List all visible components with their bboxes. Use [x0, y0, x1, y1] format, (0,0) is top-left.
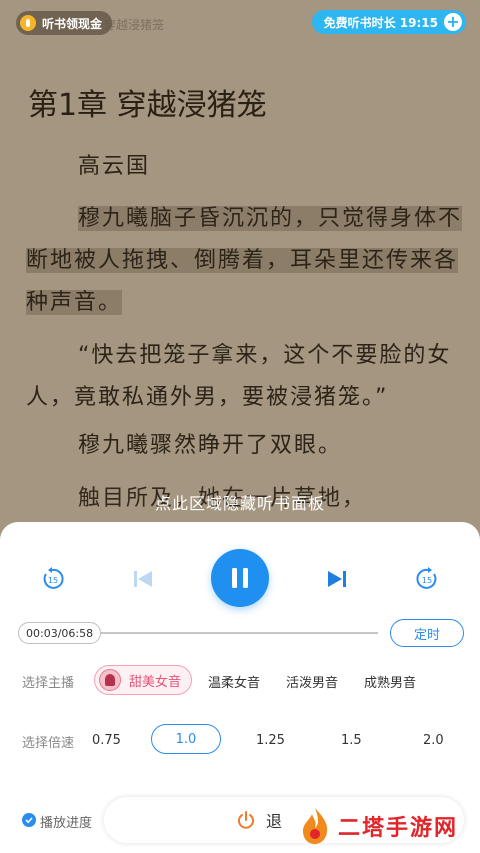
speed-option-0-75[interactable]: 0.75	[92, 733, 121, 748]
exit-label: 退	[266, 812, 283, 831]
speed-option-1-0[interactable]: 1.0	[151, 724, 221, 754]
pause-icon	[232, 568, 248, 588]
voice-option-sweet-female[interactable]: 甜美女音	[94, 665, 192, 695]
paragraph: 穆九曦骤然睁开了双眼。	[78, 433, 343, 458]
voice-option-gentle-female[interactable]: 温柔女音	[208, 672, 260, 691]
sleep-timer-button[interactable]: 定时	[390, 619, 464, 647]
pause-button[interactable]	[211, 549, 269, 607]
progress-time-handle[interactable]: 00:03/06:58	[18, 622, 102, 644]
next-icon	[328, 571, 346, 587]
power-icon	[238, 811, 254, 829]
paragraph-highlighted: 穆九曦脑子昏沉沉的，只觉得身体不断地被人拖拽、倒腾着，耳朵里还传来各种声音。	[26, 198, 463, 324]
flame-logo-icon	[303, 808, 328, 844]
listen-reward-button[interactable]: 听书领现金	[16, 11, 113, 35]
hide-panel-hint[interactable]: 点此区域隐藏听书面板	[0, 490, 480, 514]
previous-icon	[134, 571, 152, 587]
check-icon	[25, 817, 33, 824]
forward-15-icon: 15	[416, 567, 437, 589]
voice-row-label: 选择主播	[22, 676, 75, 691]
voice-option-lively-male[interactable]: 活泼男音	[286, 672, 338, 691]
skip-fwd-seconds: 15	[422, 576, 432, 585]
listen-reward-label: 听书领现金	[42, 16, 103, 31]
free-listen-time-label: 免费听书时长 19:15	[323, 15, 438, 30]
chapter-title: 第1章 穿越浸猪笼	[28, 88, 267, 123]
sync-progress-checkbox[interactable]	[22, 813, 36, 827]
previous-chapter-button[interactable]	[130, 566, 156, 592]
watermark-text: 二塔手游网	[338, 816, 459, 841]
voice-option-mature-male[interactable]: 成熟男音	[364, 672, 416, 691]
free-listen-time-button[interactable]: 免费听书时长 19:15 +	[311, 10, 466, 34]
speed-option-1-25[interactable]: 1.25	[256, 733, 285, 748]
chapter-ghost-title: 穿越浸猪笼	[104, 18, 165, 32]
rewind-15-icon: 15	[43, 567, 64, 589]
paragraph-text: 穆九曦脑子昏沉沉的，只觉得身体不断地被人拖拽、倒腾着，耳朵里还传来各种声音。	[26, 206, 463, 315]
skip-forward-15-button[interactable]: 15	[414, 566, 440, 592]
add-icon: +	[444, 13, 462, 31]
voice-option-label: 甜美女音	[129, 674, 182, 690]
speed-row-label: 选择倍速	[22, 736, 75, 751]
microphone-icon	[20, 15, 36, 31]
speed-option-1-5[interactable]: 1.5	[341, 733, 362, 748]
skip-back-15-button[interactable]: 15	[40, 566, 66, 592]
paragraph: “快去把笼子拿来，这个不要脸的女人，竟敢私通外男，要被浸猪笼。”	[26, 343, 452, 410]
sync-progress-label: 播放进度	[40, 816, 93, 831]
avatar	[99, 669, 121, 691]
speed-option-2-0[interactable]: 2.0	[423, 733, 444, 748]
skip-back-seconds: 15	[48, 576, 58, 585]
site-watermark: 二塔手游网	[300, 806, 458, 846]
paragraph: 高云国	[78, 154, 151, 179]
next-chapter-button[interactable]	[324, 566, 350, 592]
